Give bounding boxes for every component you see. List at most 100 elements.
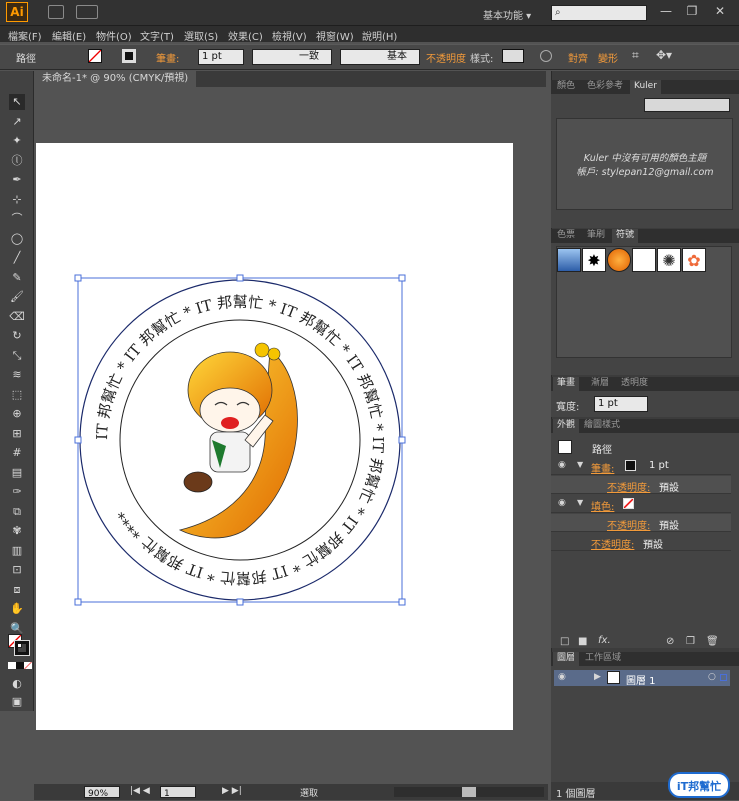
visibility-eye-icon[interactable]: ◉	[558, 672, 566, 682]
lasso-tool[interactable]: ⓛ	[9, 153, 25, 169]
stroke-swatch[interactable]	[122, 49, 136, 63]
menu-view[interactable]: 檢視(V)	[272, 28, 307, 43]
draw-mode-icon[interactable]: ◐	[9, 676, 25, 692]
add-new-fill-icon[interactable]: ■	[578, 636, 587, 647]
slice-tool[interactable]: ⧈	[9, 582, 25, 598]
pencil-tool[interactable]: ✎	[9, 270, 25, 286]
tab-color[interactable]: 顏色	[553, 80, 579, 94]
kuler-search-input[interactable]	[644, 98, 730, 112]
fill-color-swatch[interactable]	[623, 498, 634, 509]
artboard-select[interactable]: 1	[160, 786, 196, 799]
curvature-tool[interactable]: ⌒	[9, 211, 25, 227]
stroke-color-box[interactable]	[14, 640, 30, 656]
expand-layer-icon[interactable]: ▶	[594, 672, 601, 682]
free-transform-tool[interactable]: ⬚	[9, 387, 25, 403]
eraser-tool[interactable]: ⌫	[9, 309, 25, 325]
add-effect-icon[interactable]: fx.	[598, 635, 611, 646]
duplicate-item-icon[interactable]: ❐	[686, 636, 695, 647]
tab-kuler[interactable]: Kuler	[630, 80, 661, 94]
tab-artboards[interactable]: 工作區域	[581, 652, 625, 666]
appearance-row-label[interactable]: 不透明度:	[607, 479, 650, 494]
screen-mode-icon[interactable]: ▣	[9, 694, 25, 710]
brush-tool[interactable]: 🖌	[9, 289, 25, 305]
transform-link[interactable]: 變形	[598, 50, 618, 65]
add-anchor-tool[interactable]: ⊹	[9, 192, 25, 208]
gradient-mode-button[interactable]	[16, 662, 24, 669]
artwork[interactable]: IT 邦幫忙 * IT 邦幫忙 * IT 邦幫忙 * IT 邦幫忙 * IT 邦…	[70, 270, 410, 610]
appearance-row-3[interactable]: ◉ ▼ 填色:	[551, 495, 731, 513]
color-mode-button[interactable]	[8, 662, 16, 669]
symbol-ring[interactable]: ✺	[657, 248, 681, 272]
menu-select[interactable]: 選取(S)	[184, 28, 218, 43]
bridge-icon[interactable]	[48, 5, 64, 19]
tab-layers[interactable]: 圖層	[553, 652, 580, 666]
none-mode-button[interactable]	[24, 662, 32, 669]
appearance-row-label[interactable]: 筆畫:	[591, 460, 614, 475]
stroke-color-swatch[interactable]	[625, 460, 636, 471]
target-icon[interactable]: ○	[708, 672, 716, 682]
stroke-weight-select[interactable]: 1 pt	[198, 49, 244, 65]
tab-symbols[interactable]: 符號	[612, 229, 639, 243]
brush-definition-select[interactable]: 基本	[340, 49, 420, 65]
ellipse-tool[interactable]: ◯	[9, 231, 25, 247]
delete-item-icon[interactable]: 🗑	[706, 636, 719, 647]
tab-color-guide[interactable]: 色彩參考	[583, 80, 627, 94]
appearance-row-2[interactable]: 不透明度: 預設	[551, 476, 731, 494]
pen-tool[interactable]: ✒	[9, 172, 25, 188]
mesh-tool[interactable]: #	[9, 445, 25, 461]
tab-brushes[interactable]: 筆刷	[583, 229, 609, 243]
menu-object[interactable]: 物件(O)	[96, 28, 132, 43]
shape-builder-tool[interactable]: ⊕	[9, 406, 25, 422]
eyedropper-tool[interactable]: ✑	[9, 484, 25, 500]
visibility-eye-icon[interactable]: ◉	[558, 460, 566, 470]
perspective-tool[interactable]: ⊞	[9, 426, 25, 442]
menu-file[interactable]: 檔案(F)	[8, 28, 42, 43]
artboard-tool[interactable]: ⊡	[9, 562, 25, 578]
add-new-stroke-icon[interactable]: □	[560, 636, 569, 647]
recolor-icon[interactable]	[540, 50, 552, 62]
appearance-row-1[interactable]: ◉ ▼ 筆畫: 1 pt	[551, 457, 731, 475]
tab-gradient[interactable]: 漸層	[587, 377, 613, 391]
tab-stroke[interactable]: 筆畫	[553, 377, 580, 391]
graphic-style-swatch[interactable]	[502, 49, 524, 63]
next-artboard-button[interactable]: ▶ ▶|	[222, 786, 242, 798]
appearance-row-label[interactable]: 不透明度:	[591, 536, 634, 551]
gradient-tool[interactable]: ▤	[9, 465, 25, 481]
tab-transparency[interactable]: 透明度	[617, 377, 652, 391]
stroke-weight-panel-select[interactable]: 1 pt	[594, 396, 648, 412]
appearance-row-4[interactable]: 不透明度: 預設	[551, 514, 731, 532]
scale-tool[interactable]: ⤡	[9, 348, 25, 364]
workspace-switcher[interactable]: 基本功能 ▾	[483, 7, 531, 22]
help-search-input[interactable]: ⌕	[551, 5, 647, 21]
symbol-splatter[interactable]: ✸	[582, 248, 606, 272]
first-artboard-button[interactable]: |◀ ◀	[130, 786, 150, 798]
rotate-tool[interactable]: ↻	[9, 328, 25, 344]
warp-tool[interactable]: ≋	[9, 367, 25, 383]
stroke-weight-label[interactable]: 筆畫:	[156, 50, 179, 65]
visibility-eye-icon[interactable]: ◉	[558, 498, 566, 508]
selection-indicator[interactable]	[720, 674, 727, 681]
magic-wand-tool[interactable]: ✦	[9, 133, 25, 149]
menu-effect[interactable]: 效果(C)	[228, 28, 263, 43]
zoom-select[interactable]: 90%	[84, 786, 120, 799]
document-tab[interactable]: 未命名-1* @ 90% (CMYK/預視) ×	[36, 71, 196, 99]
menu-edit[interactable]: 編輯(E)	[52, 28, 86, 43]
disclosure-triangle-icon[interactable]: ▼	[577, 460, 583, 469]
hand-tool[interactable]: ✋	[9, 601, 25, 617]
symbol-sprayer-tool[interactable]: ✾	[9, 523, 25, 539]
selection-tool[interactable]: ↖	[9, 94, 25, 110]
menu-type[interactable]: 文字(T)	[140, 28, 174, 43]
isolate-icon[interactable]: ⌗	[632, 48, 639, 63]
arrange-icon[interactable]: ✥▾	[656, 48, 672, 62]
maximize-button[interactable]: ❐	[680, 2, 704, 20]
blend-tool[interactable]: ⧉	[9, 504, 25, 520]
close-button[interactable]: ✕	[708, 2, 732, 20]
symbol-orange-button[interactable]	[607, 248, 631, 272]
opacity-link[interactable]: 不透明度	[426, 50, 466, 65]
appearance-row-label[interactable]: 不透明度:	[607, 517, 650, 532]
disclosure-triangle-icon[interactable]: ▼	[577, 498, 583, 507]
symbol-blue-banner[interactable]	[557, 248, 581, 272]
tab-swatches[interactable]: 色票	[553, 229, 579, 243]
menu-help[interactable]: 說明(H)	[362, 28, 397, 43]
minimize-button[interactable]: —	[654, 2, 678, 20]
